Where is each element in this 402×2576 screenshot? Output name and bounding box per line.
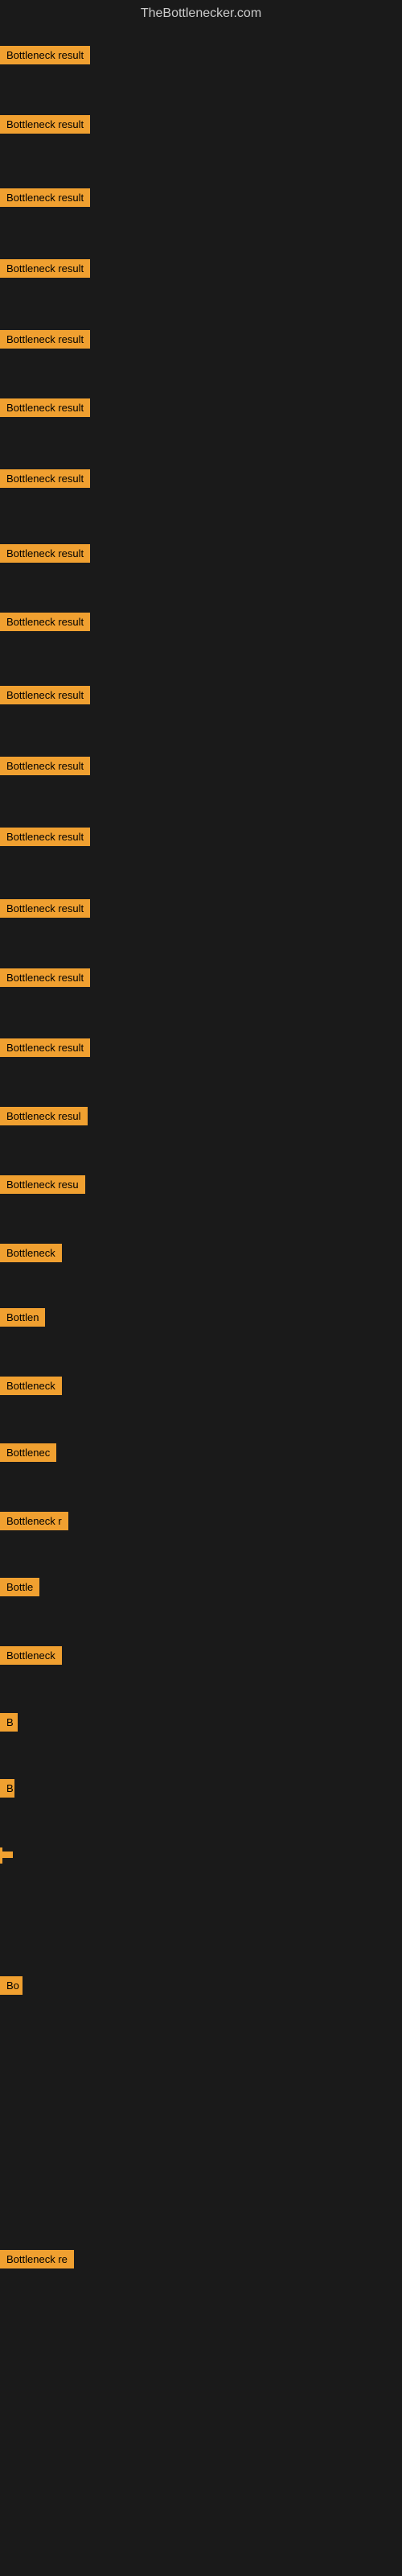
bottleneck-result-item[interactable]: Bottleneck resu <box>0 1175 85 1198</box>
bottleneck-result-item[interactable]: Bottleneck <box>0 1646 62 1669</box>
bottleneck-badge: Bottleneck result <box>0 330 90 349</box>
bottleneck-badge: Bottleneck result <box>0 544 90 563</box>
bottleneck-result-item[interactable]: Bottleneck result <box>0 330 90 353</box>
site-title: TheBottlenecker.com <box>0 0 402 27</box>
bottleneck-badge: Bottlenec <box>0 1443 56 1462</box>
bottleneck-badge: Bottleneck result <box>0 398 90 417</box>
bottleneck-result-item[interactable]: Bottleneck result <box>0 899 90 922</box>
bottleneck-result-item[interactable]: Bottleneck result <box>0 828 90 850</box>
bottleneck-result-item[interactable]: Bottleneck result <box>0 686 90 708</box>
bottleneck-result-item[interactable]: Bottleneck <box>0 1377 62 1399</box>
thin-bar-indicator <box>0 1847 2 1864</box>
bottleneck-result-item[interactable]: Bottleneck <box>0 1244 62 1266</box>
bottleneck-result-item[interactable]: Bottleneck result <box>0 968 90 991</box>
bottleneck-badge: Bottle <box>0 1578 39 1596</box>
bottleneck-result-item[interactable]: Bottle <box>0 1578 39 1600</box>
bottleneck-result-item[interactable]: Bottlen <box>0 1308 45 1331</box>
bottleneck-result-item[interactable]: Bottlenec <box>0 1443 56 1466</box>
bottleneck-badge: Bottleneck result <box>0 188 90 207</box>
bottleneck-badge: Bottleneck <box>0 1377 62 1395</box>
bottleneck-badge: Bottlen <box>0 1308 45 1327</box>
bottleneck-badge: Bottleneck result <box>0 968 90 987</box>
bottleneck-result-item[interactable]: B <box>0 1713 18 1736</box>
bottleneck-result-item[interactable]: B <box>0 1779 14 1802</box>
bottleneck-result-item[interactable]: Bottleneck re <box>0 2250 74 2273</box>
bottleneck-badge: Bottleneck result <box>0 828 90 846</box>
bottleneck-badge: Bottleneck result <box>0 686 90 704</box>
bottleneck-badge: Bottleneck result <box>0 613 90 631</box>
bottleneck-result-item[interactable]: Bottleneck result <box>0 613 90 635</box>
bottleneck-result-item[interactable]: Bottleneck resul <box>0 1107 88 1129</box>
bottleneck-badge: Bottleneck <box>0 1646 62 1665</box>
bottleneck-result-item[interactable]: Bottleneck result <box>0 469 90 492</box>
bottleneck-badge: B <box>0 1779 14 1798</box>
bottleneck-badge: Bottleneck r <box>0 1512 68 1530</box>
bottleneck-result-item[interactable]: Bottleneck result <box>0 757 90 779</box>
bottleneck-badge: Bottleneck result <box>0 115 90 134</box>
bottleneck-badge: Bottleneck resu <box>0 1175 85 1194</box>
bottleneck-badge: Bottleneck result <box>0 469 90 488</box>
bottleneck-result-item[interactable]: Bottleneck result <box>0 544 90 567</box>
bottleneck-badge: Bo <box>0 1976 23 1995</box>
bottleneck-badge: Bottleneck result <box>0 757 90 775</box>
bottleneck-result-item[interactable]: Bo <box>0 1976 23 1999</box>
bottleneck-result-item[interactable]: Bottleneck result <box>0 259 90 282</box>
bottleneck-badge: Bottleneck re <box>0 2250 74 2268</box>
bottleneck-badge: B <box>0 1713 18 1732</box>
bottleneck-result-item[interactable]: Bottleneck r <box>0 1512 68 1534</box>
bottleneck-badge: Bottleneck <box>0 1244 62 1262</box>
bottleneck-result-item[interactable]: Bottleneck result <box>0 46 90 68</box>
bottleneck-result-item[interactable]: Bottleneck result <box>0 1038 90 1061</box>
bottleneck-result-item[interactable]: Bottleneck result <box>0 115 90 138</box>
bottleneck-badge: Bottleneck result <box>0 1038 90 1057</box>
bottleneck-badge: Bottleneck result <box>0 259 90 278</box>
bottleneck-badge: Bottleneck resul <box>0 1107 88 1125</box>
bottleneck-result-item[interactable]: Bottleneck result <box>0 398 90 421</box>
bottleneck-badge: Bottleneck result <box>0 899 90 918</box>
bottleneck-badge: Bottleneck result <box>0 46 90 64</box>
bottleneck-result-item[interactable]: Bottleneck result <box>0 188 90 211</box>
